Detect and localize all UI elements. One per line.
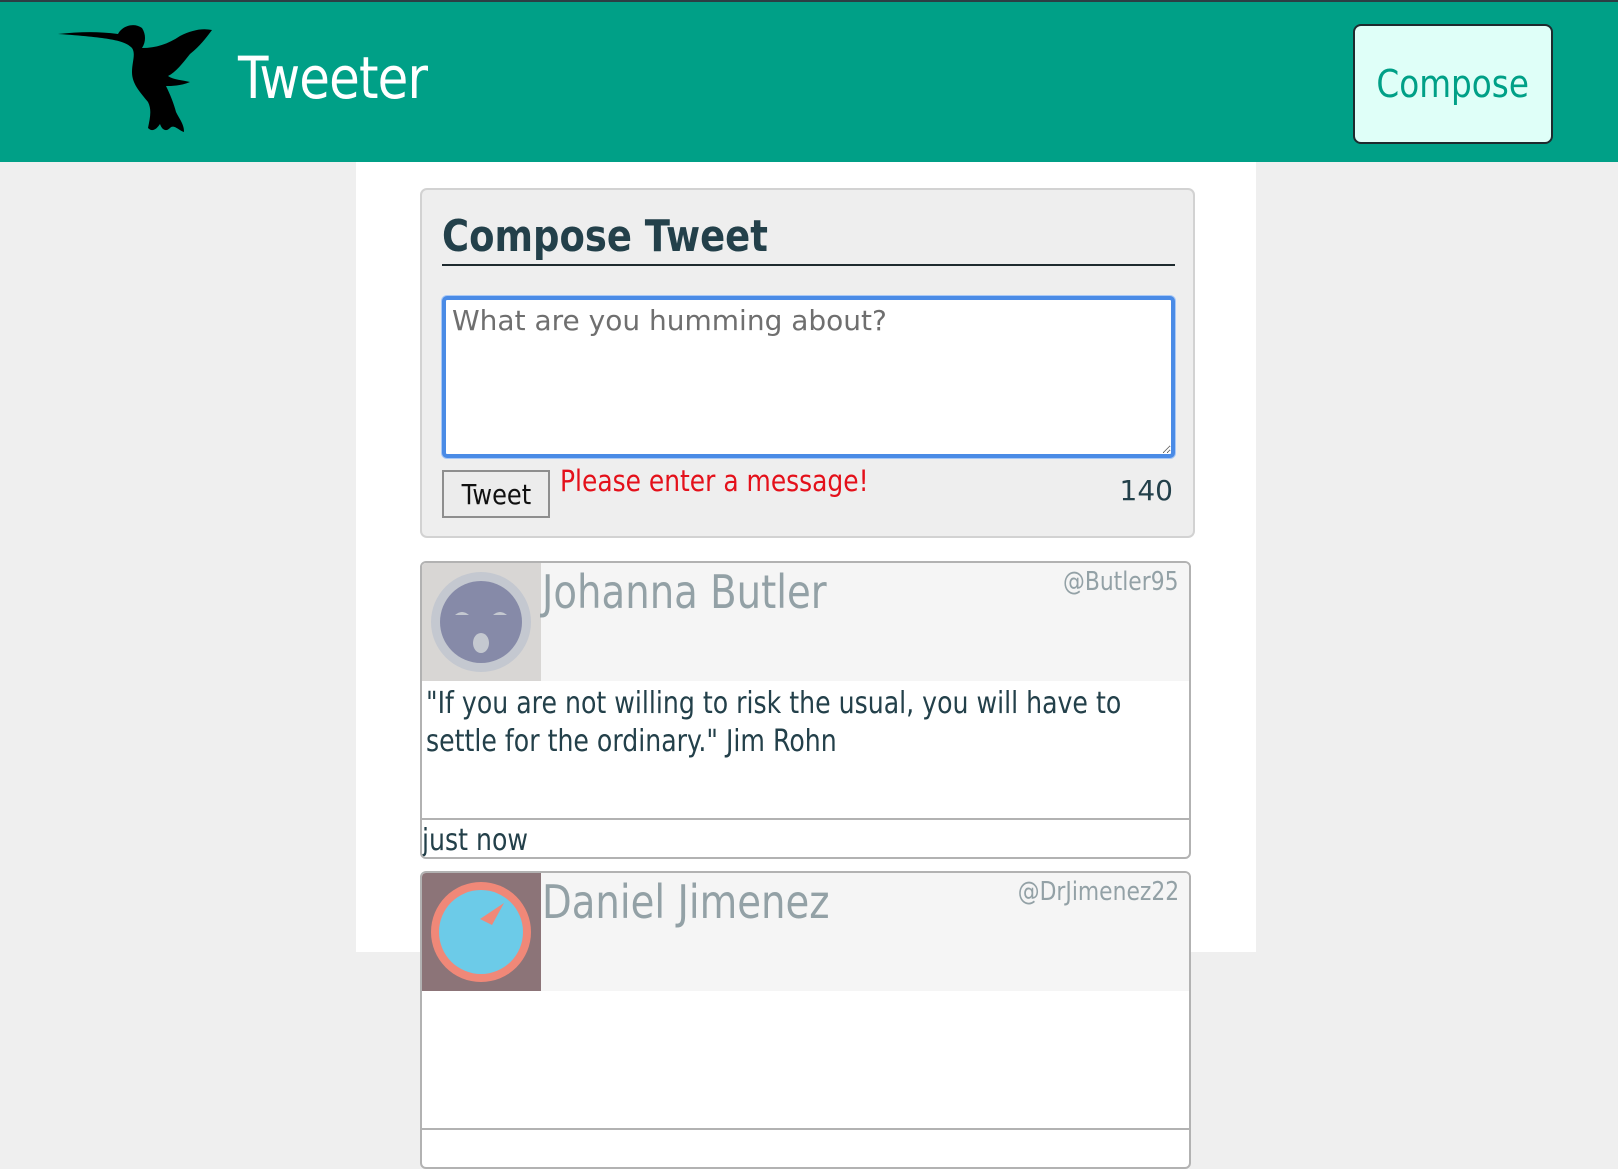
error-message: Please enter a message! (560, 464, 869, 498)
avatar (422, 563, 541, 681)
tweet-card: Johanna Butler @Butler95 "If you are not… (420, 561, 1191, 859)
tweet-footer (422, 1128, 1189, 1167)
tweet-header: Johanna Butler @Butler95 (422, 563, 1189, 681)
compose-tweet-panel: Compose Tweet Tweet Please enter a messa… (420, 188, 1195, 538)
bird-avatar-icon (431, 882, 531, 982)
hummingbird-icon (56, 20, 218, 138)
compose-button-label: Compose (1376, 62, 1530, 106)
compose-heading-text: Compose Tweet (442, 211, 768, 262)
author-name: Daniel Jimenez (542, 875, 830, 929)
tweet-button[interactable]: Tweet (442, 470, 550, 518)
avatar (422, 873, 541, 991)
author-handle: @DrJimenez22 (1017, 877, 1179, 907)
author-handle: @Butler95 (1063, 567, 1179, 597)
main-column: Compose Tweet Tweet Please enter a messa… (356, 162, 1256, 1169)
brand-title: Tweeter (238, 44, 428, 112)
tweet-card: Daniel Jimenez @DrJimenez22 (420, 871, 1191, 1169)
tweet-footer: just now (422, 818, 1189, 858)
tweet-textarea[interactable] (442, 296, 1175, 458)
compose-button[interactable]: Compose (1353, 24, 1553, 144)
tweet-content: "If you are not willing to risk the usua… (426, 686, 1122, 759)
tweet-header: Daniel Jimenez @DrJimenez22 (422, 873, 1189, 991)
surprised-face-avatar-icon (431, 572, 531, 672)
tweet-timestamp: just now (422, 823, 528, 858)
top-nav-bar: Tweeter Compose (0, 0, 1618, 162)
compose-heading: Compose Tweet (442, 208, 1175, 266)
tweet-button-label: Tweet (461, 477, 531, 511)
char-counter: 140 (1119, 474, 1173, 507)
author-name: Johanna Butler (542, 565, 827, 619)
